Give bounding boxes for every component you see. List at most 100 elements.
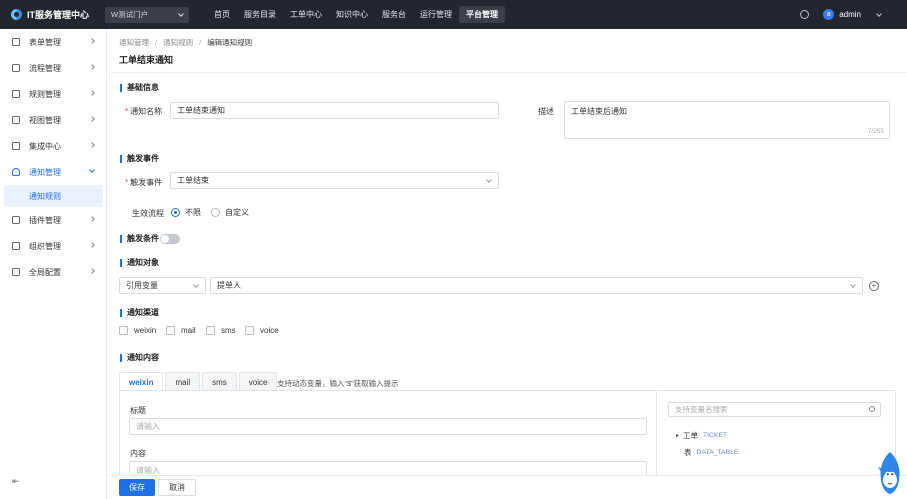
sidebar-item-view[interactable]: 视图管理: [0, 107, 106, 133]
gear-icon[interactable]: [800, 10, 810, 19]
chevron-down-icon: [178, 10, 184, 17]
notification-name-value: 工单结束通知: [177, 106, 225, 115]
chevron-right-icon: [89, 242, 95, 248]
target-type-value: 引用变量: [126, 281, 158, 290]
tab-sms[interactable]: sms: [202, 372, 237, 391]
chevron-down-icon: [486, 177, 492, 183]
breadcrumb-current: 编辑通知规则: [207, 38, 253, 47]
radio-flow-custom[interactable]: 自定义: [211, 207, 249, 218]
target-value: 提单人: [217, 281, 241, 290]
checkbox-label: weixin: [134, 326, 157, 335]
char-counter: 7/255: [867, 128, 884, 135]
save-button[interactable]: 保存: [119, 479, 155, 496]
tenant-select[interactable]: W测试门户: [105, 6, 189, 23]
nav-ticket-center[interactable]: 工单中心: [283, 6, 329, 23]
nav-operations[interactable]: 运行管理: [413, 6, 459, 23]
checkbox-channel-sms[interactable]: sms: [206, 326, 236, 335]
page-title: 工单结束通知: [119, 55, 174, 65]
chevron-right-icon: [89, 38, 95, 44]
chevron-right-icon: [89, 116, 95, 122]
description-value: 工单结束后通知: [571, 107, 627, 116]
breadcrumb-rules[interactable]: 通知规则: [163, 38, 193, 47]
sidebar: 表单管理 流程管理 规则管理 视图管理 集成中心 通知管理 通知规则 插件管理 …: [0, 29, 107, 499]
integration-icon: [12, 142, 20, 150]
nav-platform-management[interactable]: 平台管理: [459, 6, 505, 23]
content-title-input[interactable]: 请输入: [129, 418, 647, 435]
sidebar-item-rule[interactable]: 规则管理: [0, 81, 106, 107]
variable-search-placeholder: 支持变量名搜索: [675, 405, 728, 414]
dynamic-variable-hint: 支持动态变量，输入“$”获取输入提示: [277, 379, 399, 388]
chevron-down-icon: [193, 282, 199, 288]
sidebar-item-label: 规则管理: [29, 89, 61, 99]
radio-flow-unlimited[interactable]: 不限: [171, 207, 201, 218]
required-mark: *: [125, 178, 129, 187]
assistant-mascot-icon[interactable]: [877, 450, 903, 496]
panel-divider: [656, 390, 657, 475]
main-content: 通知管理 / 通知规则 / 编辑通知规则 工单结束通知 基础信息 * 通知名称 工单结束通…: [108, 29, 907, 499]
checkbox-channel-voice[interactable]: voice: [245, 326, 279, 335]
target-value-select[interactable]: 提单人: [210, 277, 863, 294]
section-basic-info: 基础信息: [120, 84, 159, 92]
tab-mail[interactable]: mail: [165, 372, 201, 391]
name-label: * 通知名称: [125, 106, 162, 117]
top-bar: IT服务管理中心 W测试门户 首页 服务目录 工单中心 知识中心 服务台 运行管…: [0, 0, 907, 29]
rule-icon: [12, 90, 20, 98]
caret-right-icon[interactable]: ▸: [676, 432, 679, 439]
content-body-input[interactable]: 请输入: [129, 461, 647, 475]
tree-item-code: DATA_TABLE: [696, 449, 739, 456]
nav-knowledge-center[interactable]: 知识中心: [329, 6, 375, 23]
bell-icon: [12, 168, 20, 176]
sidebar-item-notification[interactable]: 通知管理: [0, 159, 106, 185]
variable-search-input[interactable]: 支持变量名搜索: [668, 402, 881, 417]
title-placeholder: 请输入: [136, 422, 160, 431]
description-textarea[interactable]: 工单结束后通知 7/255: [564, 101, 890, 139]
sidebar-item-process[interactable]: 流程管理: [0, 55, 106, 81]
checkbox-channel-mail[interactable]: mail: [166, 326, 196, 335]
section-trigger-event: 触发事件: [120, 155, 159, 163]
sidebar-item-integration[interactable]: 集成中心: [0, 133, 106, 159]
tab-voice[interactable]: voice: [238, 372, 278, 391]
trigger-event-select[interactable]: 工单结束: [170, 172, 499, 189]
tab-weixin[interactable]: weixin: [119, 372, 164, 391]
tenant-select-value: W测试门户: [111, 10, 149, 19]
sidebar-item-org[interactable]: 组织管理: [0, 233, 106, 259]
nav-service-desk[interactable]: 服务台: [375, 6, 413, 23]
trigger-event-label: * 触发事件: [125, 177, 162, 188]
section-trigger-condition: 触发条件: [120, 235, 159, 243]
user-menu-chevron-icon[interactable]: [876, 10, 882, 17]
target-type-select[interactable]: 引用变量: [119, 277, 206, 294]
add-target-plus-icon[interactable]: +: [869, 281, 879, 291]
radio-dot: [211, 208, 220, 217]
app-logo-icon: [11, 9, 22, 20]
chevron-right-icon: [89, 142, 95, 148]
notification-name-input[interactable]: 工单结束通知: [170, 102, 499, 119]
sidebar-subitem-notification-rules[interactable]: 通知规则: [4, 185, 103, 207]
name-label-text: 通知名称: [130, 107, 163, 116]
breadcrumb-notification[interactable]: 通知管理: [119, 38, 149, 47]
avatar[interactable]: a: [823, 9, 835, 20]
description-label: 描述: [538, 107, 554, 116]
checkbox-channel-weixin[interactable]: weixin: [119, 326, 156, 335]
tree-item-code: TICKET: [703, 432, 728, 439]
chevron-down-icon: [89, 167, 95, 173]
tree-item-ticket[interactable]: ▸ 工单 TICKET: [676, 430, 727, 441]
radio-dot: [171, 208, 180, 217]
tree-item-data-table[interactable]: 表 DATA_TABLE: [684, 447, 738, 458]
nav-home[interactable]: 首页: [207, 6, 237, 23]
sidebar-item-form[interactable]: 表单管理: [0, 29, 106, 55]
trigger-condition-switch[interactable]: [160, 234, 180, 244]
username[interactable]: admin: [839, 10, 861, 19]
tree-item-label: 表: [684, 448, 692, 457]
nav-service-catalog[interactable]: 服务目录: [237, 6, 283, 23]
required-mark: *: [125, 107, 129, 116]
section-notify-channel: 通知渠道: [120, 309, 159, 317]
sidebar-item-global-config[interactable]: 全局配置: [0, 259, 106, 285]
sidebar-item-label: 通知管理: [29, 167, 61, 177]
body-label: 内容: [130, 449, 146, 458]
collapse-sidebar-icon[interactable]: ⇤: [12, 476, 20, 487]
sidebar-item-plugin[interactable]: 插件管理: [0, 207, 106, 233]
cancel-button[interactable]: 取消: [158, 479, 196, 496]
content-tabs: weixin mail sms voice: [119, 372, 279, 391]
checkbox-label: sms: [221, 326, 236, 335]
divider: [108, 72, 907, 73]
